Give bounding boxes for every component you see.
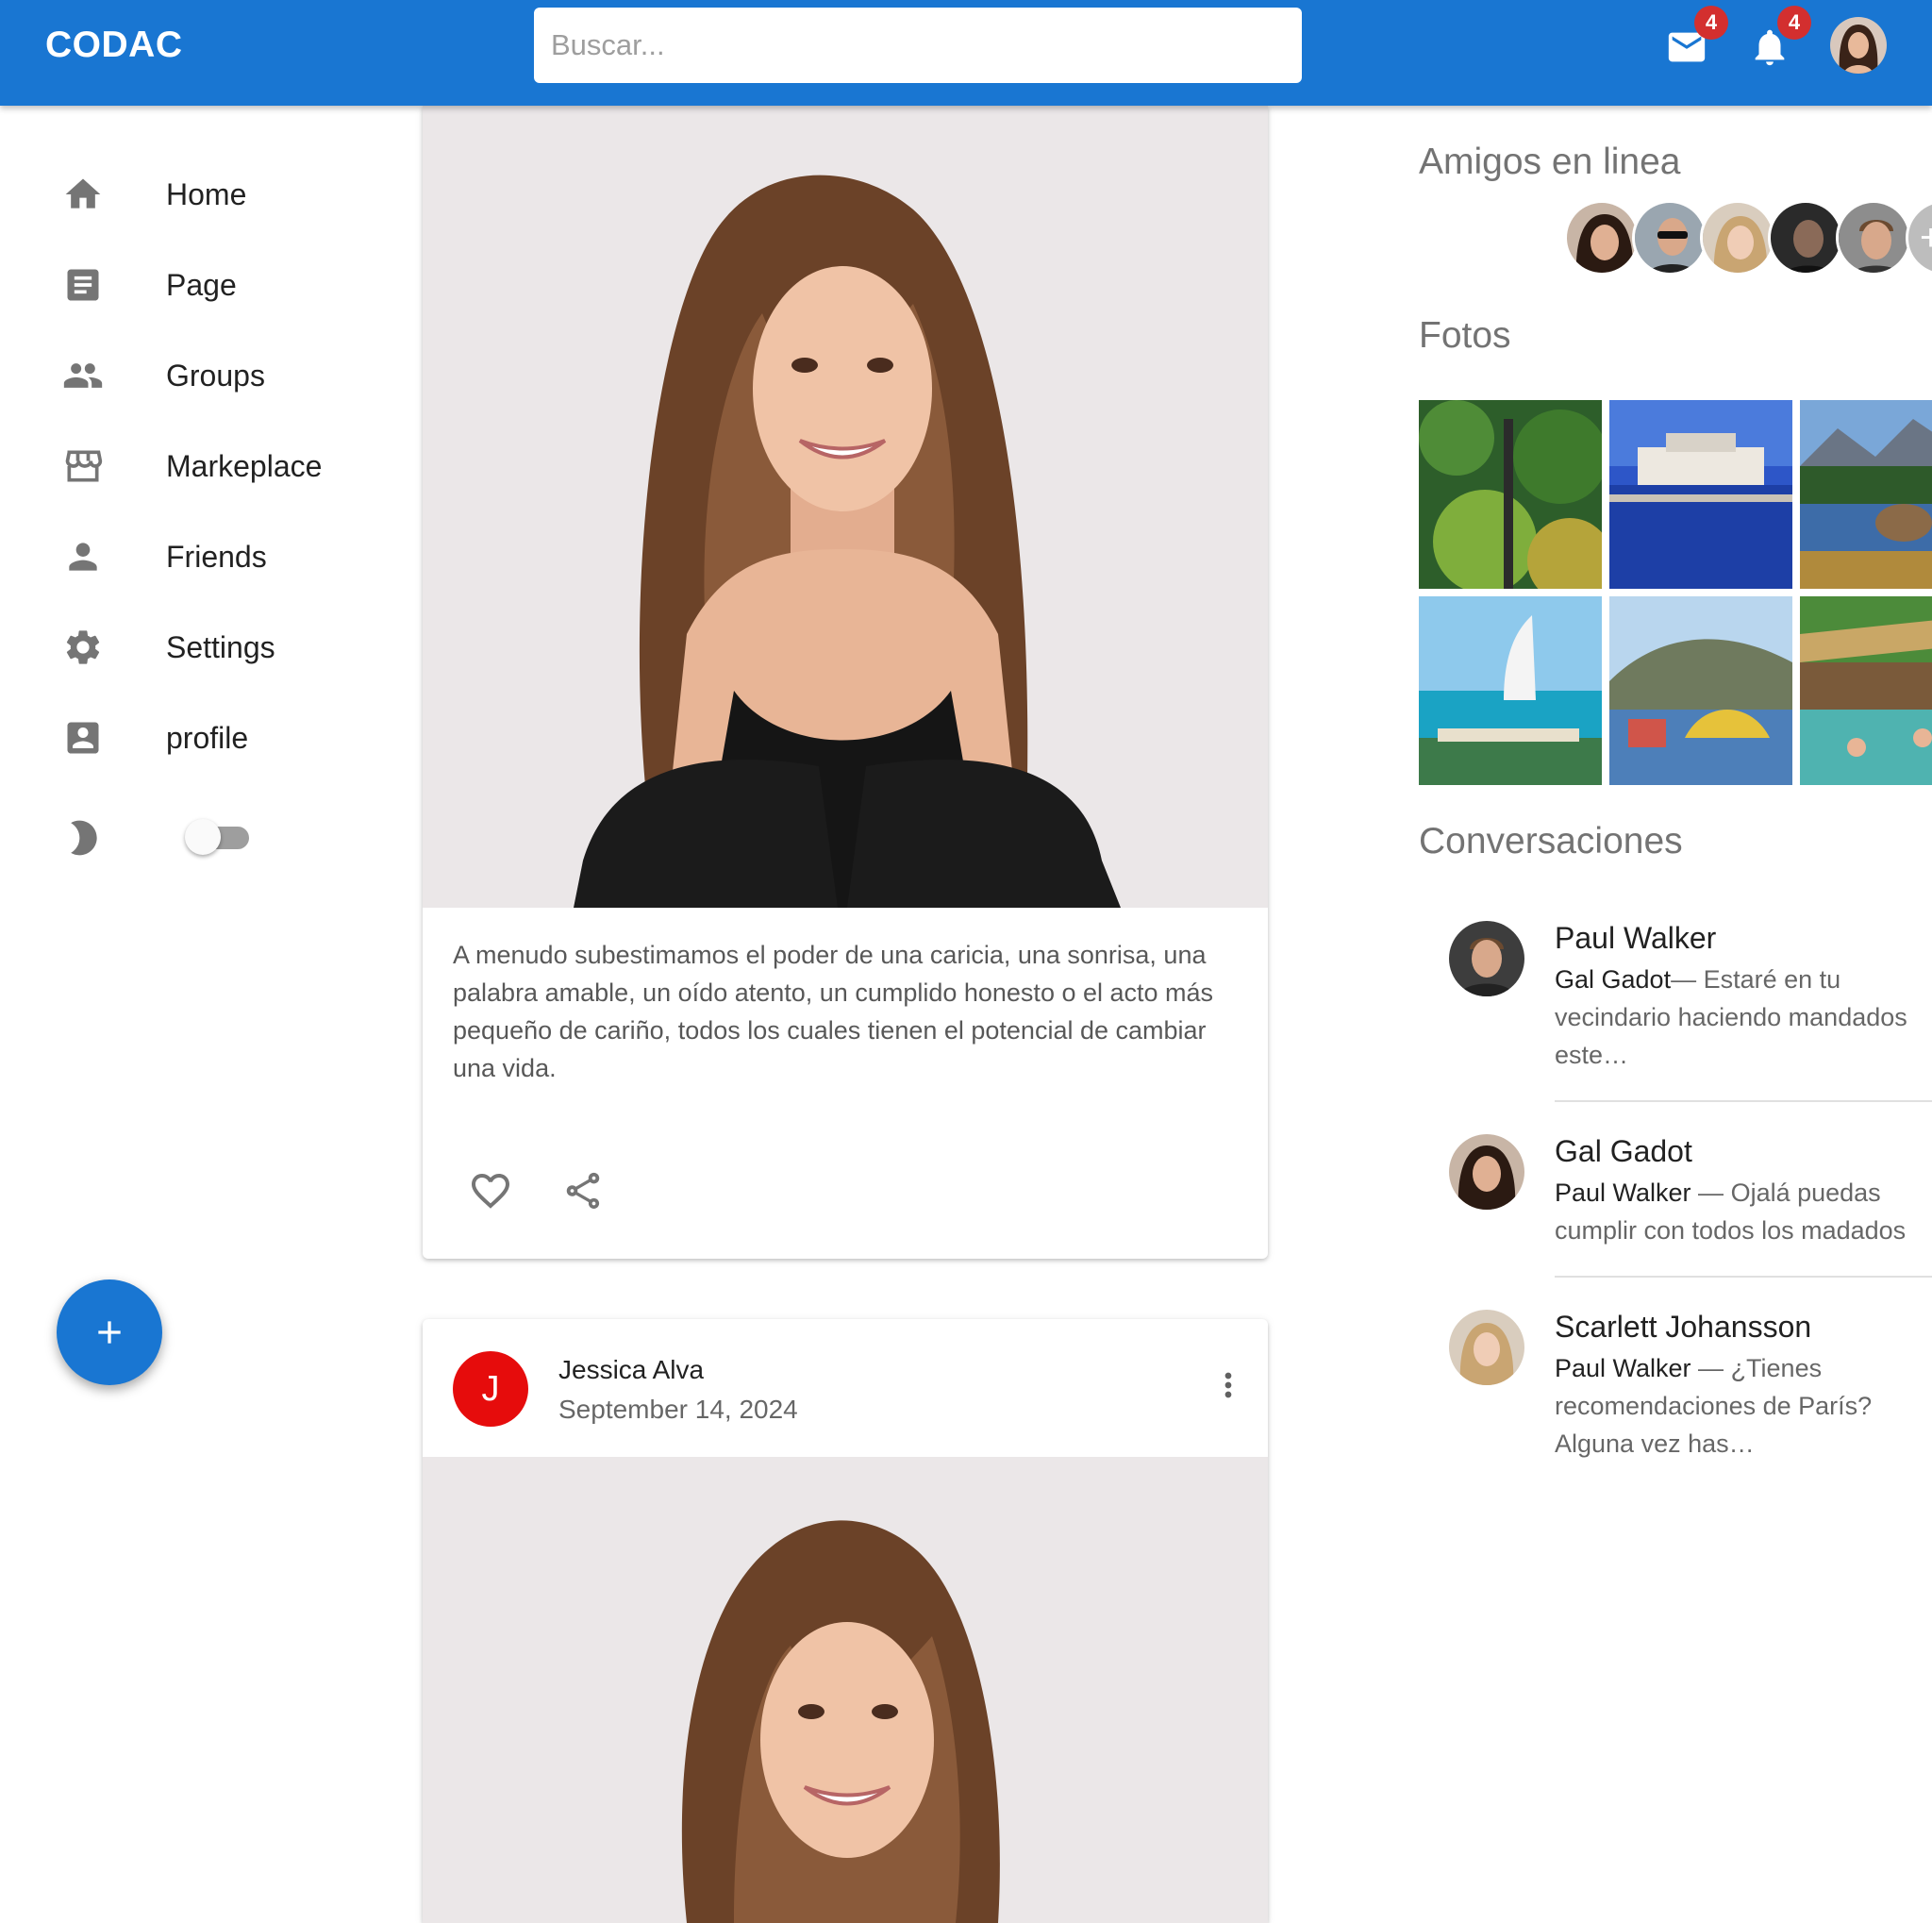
conversation-preview: Gal Gadot— Estaré en tu vecindario hacie… (1555, 961, 1932, 1074)
conversation-item[interactable]: Paul Walker Gal Gadot— Estaré en tu veci… (1419, 917, 1932, 1106)
sidebar-item-settings[interactable]: Settings (0, 605, 396, 690)
moon-icon (62, 817, 104, 859)
portrait-illustration (423, 106, 1268, 908)
photo-thumbnail[interactable] (1609, 596, 1792, 785)
online-friend-avatar[interactable] (1632, 200, 1707, 276)
portrait-illustration (423, 1457, 1268, 1923)
search-input[interactable] (534, 8, 1302, 83)
conversation-separator: — (1671, 965, 1704, 994)
photo-thumbnail[interactable] (1800, 400, 1932, 589)
conversation-preview: Paul Walker — Ojalá puedas cumplir con t… (1555, 1174, 1932, 1249)
photo-thumbnail[interactable] (1800, 596, 1932, 785)
sidebar-item-label: Page (166, 267, 237, 302)
add-button[interactable] (57, 1279, 162, 1385)
divider (1555, 1100, 1932, 1102)
photo-thumbnail[interactable] (1419, 400, 1602, 589)
sidebar-item-label: Friends (166, 539, 267, 574)
sidebar-item-friends[interactable]: Friends (0, 514, 396, 599)
gear-icon (62, 627, 104, 668)
more-friends-indicator[interactable]: + (1906, 200, 1932, 276)
conversation-sender: Gal Gadot (1555, 965, 1672, 994)
online-friend-avatar[interactable] (1564, 200, 1640, 276)
mail-button[interactable]: 4 (1664, 6, 1728, 70)
sidebar-item-marketplace[interactable]: Markeplace (0, 424, 396, 509)
online-friend-avatar[interactable] (1700, 200, 1775, 276)
photo-thumbnail[interactable] (1419, 596, 1602, 785)
photos-title: Fotos (1419, 315, 1511, 356)
user-avatar[interactable] (1830, 17, 1887, 74)
like-button[interactable] (464, 1164, 517, 1217)
conversation-avatar (1449, 1310, 1524, 1385)
conversation-item[interactable]: Gal Gadot Paul Walker — Ojalá puedas cum… (1419, 1130, 1932, 1281)
sidebar-item-page[interactable]: Page (0, 242, 396, 327)
sidebar-item-label: Home (166, 176, 247, 211)
sidebar-item-label: Groups (166, 358, 265, 393)
post-menu-button[interactable] (1206, 1357, 1251, 1413)
post-text: A menudo subestimamos el poder de una ca… (453, 941, 1214, 1082)
conversation-name: Paul Walker (1555, 921, 1717, 955)
conversation-sender: Paul Walker (1555, 1354, 1691, 1382)
post-image (423, 106, 1268, 908)
sidebar-item-label: profile (166, 720, 249, 755)
conversation-sender: Paul Walker (1555, 1179, 1691, 1207)
author-name[interactable]: Jessica Alva (558, 1355, 704, 1385)
post-image (423, 1457, 1268, 1923)
dark-mode-toggle[interactable] (185, 817, 253, 855)
post-card: J Jessica Alva September 14, 2024 (423, 1319, 1268, 1923)
author-avatar[interactable]: J (453, 1351, 528, 1427)
divider (1555, 1276, 1932, 1278)
photo-thumbnail[interactable] (1609, 400, 1792, 589)
post-card: A menudo subestimamos el poder de una ca… (423, 106, 1268, 1259)
post-header: J Jessica Alva September 14, 2024 (423, 1319, 1268, 1457)
conversation-separator: — (1690, 1179, 1731, 1207)
sidebar-item-groups[interactable]: Groups (0, 333, 396, 418)
app-bar: CODAC 4 4 (0, 0, 1932, 106)
sidebar-item-label: Markeplace (166, 448, 323, 483)
conversation-preview: Paul Walker — ¿Tienes recomendaciones de… (1555, 1349, 1932, 1463)
online-friends-title: Amigos en linea (1419, 142, 1681, 182)
storefront-icon (62, 445, 104, 487)
conversation-avatar (1449, 921, 1524, 996)
notifications-badge: 4 (1777, 6, 1811, 40)
account-box-icon (62, 717, 104, 759)
conversation-name: Gal Gadot (1555, 1134, 1692, 1168)
conversations-title: Conversaciones (1419, 821, 1683, 861)
avatar (1830, 17, 1887, 74)
toggle-thumb (185, 819, 221, 855)
person-icon (62, 536, 104, 577)
notifications-button[interactable]: 4 (1747, 6, 1811, 70)
sidebar-item-label: Settings (166, 629, 275, 664)
home-icon (62, 174, 104, 215)
sidebar-item-profile[interactable]: profile (0, 695, 396, 780)
people-icon (62, 355, 104, 396)
sidebar-item-home[interactable]: Home (0, 152, 396, 237)
plus-icon (98, 1321, 121, 1344)
conversation-separator: — (1690, 1354, 1731, 1382)
online-friend-avatar[interactable] (1836, 200, 1911, 276)
conversation-item[interactable]: Scarlett Johansson Paul Walker — ¿Tienes… (1419, 1306, 1932, 1495)
share-icon (566, 1172, 600, 1210)
heart-icon (472, 1174, 509, 1209)
conversation-name: Scarlett Johansson (1555, 1310, 1812, 1344)
online-friend-avatar[interactable] (1768, 200, 1843, 276)
mail-badge: 4 (1694, 6, 1728, 40)
article-icon (62, 264, 104, 306)
app-logo[interactable]: CODAC (45, 25, 183, 66)
more-vert-icon (1224, 1372, 1232, 1398)
post-date: September 14, 2024 (558, 1395, 798, 1424)
conversation-avatar (1449, 1134, 1524, 1210)
share-button[interactable] (557, 1164, 609, 1217)
